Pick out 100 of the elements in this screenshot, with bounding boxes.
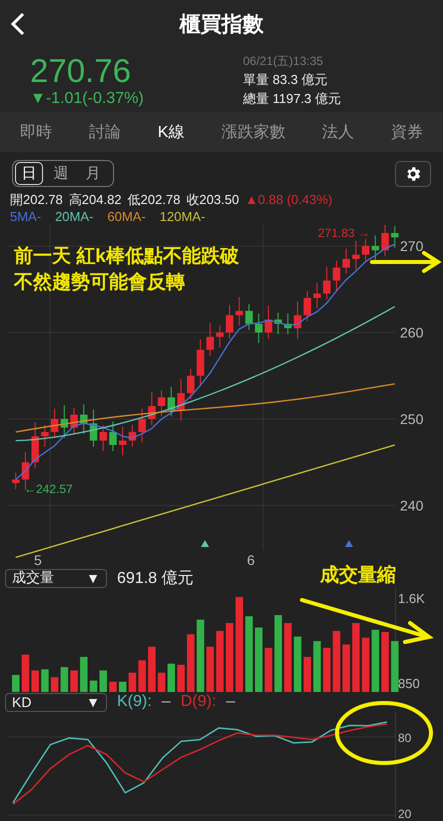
period-option[interactable]: 週 [47,162,75,185]
ohlc-value: 高204.82 [68,190,122,208]
ohlc-value: 開202.78 [10,190,63,208]
volume-bar [342,644,350,692]
volume-bar [80,656,88,692]
back-icon[interactable] [10,12,26,36]
volume-bar [148,646,156,692]
page-title: 櫃買指數 [180,12,264,38]
annotation-text: 成交量縮 [320,564,396,588]
volume-bar [99,670,107,692]
candlestick [313,282,321,309]
candlestick [226,304,234,340]
candlestick [255,312,262,344]
candlestick [168,386,176,417]
candlestick [352,240,360,270]
candlestick [186,368,194,400]
annotation-text: 不然趨勢可能會反轉 [14,270,185,295]
volume-bar [216,630,224,692]
ma-legend-label: 20MA- [55,209,94,224]
kd-legend-value: – [226,693,236,711]
volume-bar [138,660,146,692]
volume-bar [60,667,68,692]
candlestick [342,248,350,274]
settings-button[interactable] [395,160,431,186]
ma-legend-label: 5MA- [10,209,42,224]
volume-bar [284,623,292,692]
candlestick [236,296,244,326]
volume-bar [206,646,214,692]
candlestick [148,392,156,426]
volume-bar [313,641,321,692]
volume-bar [158,672,166,692]
price-axis-label: 260 [400,324,424,340]
triangle-marker-icon [345,540,353,547]
period-option[interactable]: 月 [79,162,107,185]
price-axis-label: 250 [400,411,424,427]
candlestick [31,422,39,469]
volume-bar [50,677,58,692]
candlestick [323,266,331,300]
candlestick [362,238,370,262]
volume-bar [352,623,360,692]
candlestick [245,303,253,330]
candlestick [109,421,117,452]
candlestick [304,290,312,322]
volume-bar [323,648,331,692]
candlestick [284,312,292,335]
volume-bar [41,669,49,692]
candlestick [332,260,340,292]
tab[interactable]: 即時 [20,118,52,146]
volume-bar [391,641,399,692]
volume-bar [70,670,78,692]
candlestick [90,408,98,448]
price-axis-label: 270 [400,238,424,254]
period-option[interactable]: 日 [15,162,43,185]
indicator-dropdown[interactable]: 成交量 ▼ [5,568,107,588]
ma-legend-label: 120MA- [160,209,206,224]
volume-total: 691.8 億元 [117,568,194,588]
volume-bar [109,682,117,692]
day-change: ▲0.88 (0.43%) [245,192,332,207]
tab[interactable]: 討論 [88,118,121,146]
tab[interactable]: K線 [158,118,184,146]
date-axis-label: 5 [34,552,42,568]
annotation-arrow [370,251,442,273]
volume-bar [264,648,272,692]
ohlc-value: 低202.78 [128,190,180,208]
candlestick [41,424,49,448]
candlestick [216,325,224,348]
volume-bar [22,654,30,692]
volume-bar [381,632,389,692]
tab[interactable]: 法人 [322,118,354,146]
candlestick [80,404,88,434]
triangle-marker-icon [201,540,209,547]
volume-axis-label: 850 [398,676,420,691]
candlestick [50,408,58,439]
candlestick [60,404,68,439]
kd-legend-value: – [162,693,171,711]
volume-bar [31,670,39,692]
tab[interactable]: 漲跌家數 [221,118,286,146]
volume-bar [255,628,262,692]
indicator-dropdown[interactable]: KD ▼ [5,692,107,712]
date-axis-label: 6 [247,552,255,568]
volume-bar [12,674,20,692]
volume-bar [372,630,380,692]
volume-info: 單量 83.3 億元 [243,70,329,88]
volume-axis-label: 1.6K [398,591,425,606]
tab[interactable]: 資券 [390,118,423,146]
volume-bar [90,680,98,692]
volume-bar [362,638,370,692]
low-price-label: ←242.57 [24,482,73,496]
candlestick [158,390,166,417]
volume-bar [332,630,340,692]
candlestick [118,426,126,456]
volume-bar [186,634,194,692]
ma-legend-label: 60MA- [107,209,146,224]
candlestick [264,305,272,340]
ohlc-value: 收203.50 [186,190,240,208]
volume-bar [118,682,126,692]
volume-bar [168,664,176,692]
candlestick [70,407,78,434]
candlestick [99,424,107,452]
kd-legend-label: K(9): [117,693,152,711]
